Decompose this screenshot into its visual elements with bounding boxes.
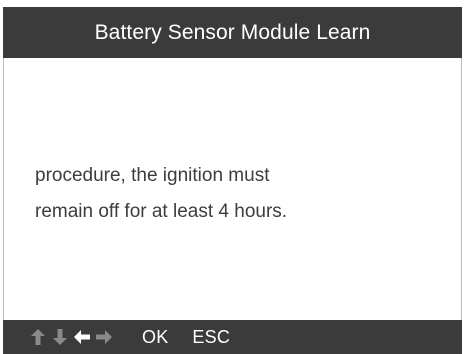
bottom-key-bar: OK ESC bbox=[3, 320, 462, 354]
message-line: procedure, the ignition must bbox=[35, 165, 270, 186]
arrow-left-icon bbox=[74, 330, 90, 344]
arrow-down-icon bbox=[53, 329, 67, 345]
right-button[interactable] bbox=[94, 327, 114, 347]
device-screen: Battery Sensor Module Learn procedure, t… bbox=[0, 0, 465, 354]
esc-button[interactable]: ESC bbox=[192, 327, 230, 348]
message-body: procedure, the ignition must remain off … bbox=[35, 158, 435, 230]
message-line: remain off for at least 4 hours. bbox=[35, 201, 288, 222]
down-button[interactable] bbox=[50, 327, 70, 347]
arrow-right-icon bbox=[96, 330, 112, 344]
left-button[interactable] bbox=[72, 327, 92, 347]
arrow-up-icon bbox=[31, 329, 45, 345]
title-bar: Battery Sensor Module Learn bbox=[3, 7, 462, 58]
ok-button[interactable]: OK bbox=[142, 327, 168, 348]
page-title: Battery Sensor Module Learn bbox=[94, 21, 371, 44]
up-button[interactable] bbox=[28, 327, 48, 347]
